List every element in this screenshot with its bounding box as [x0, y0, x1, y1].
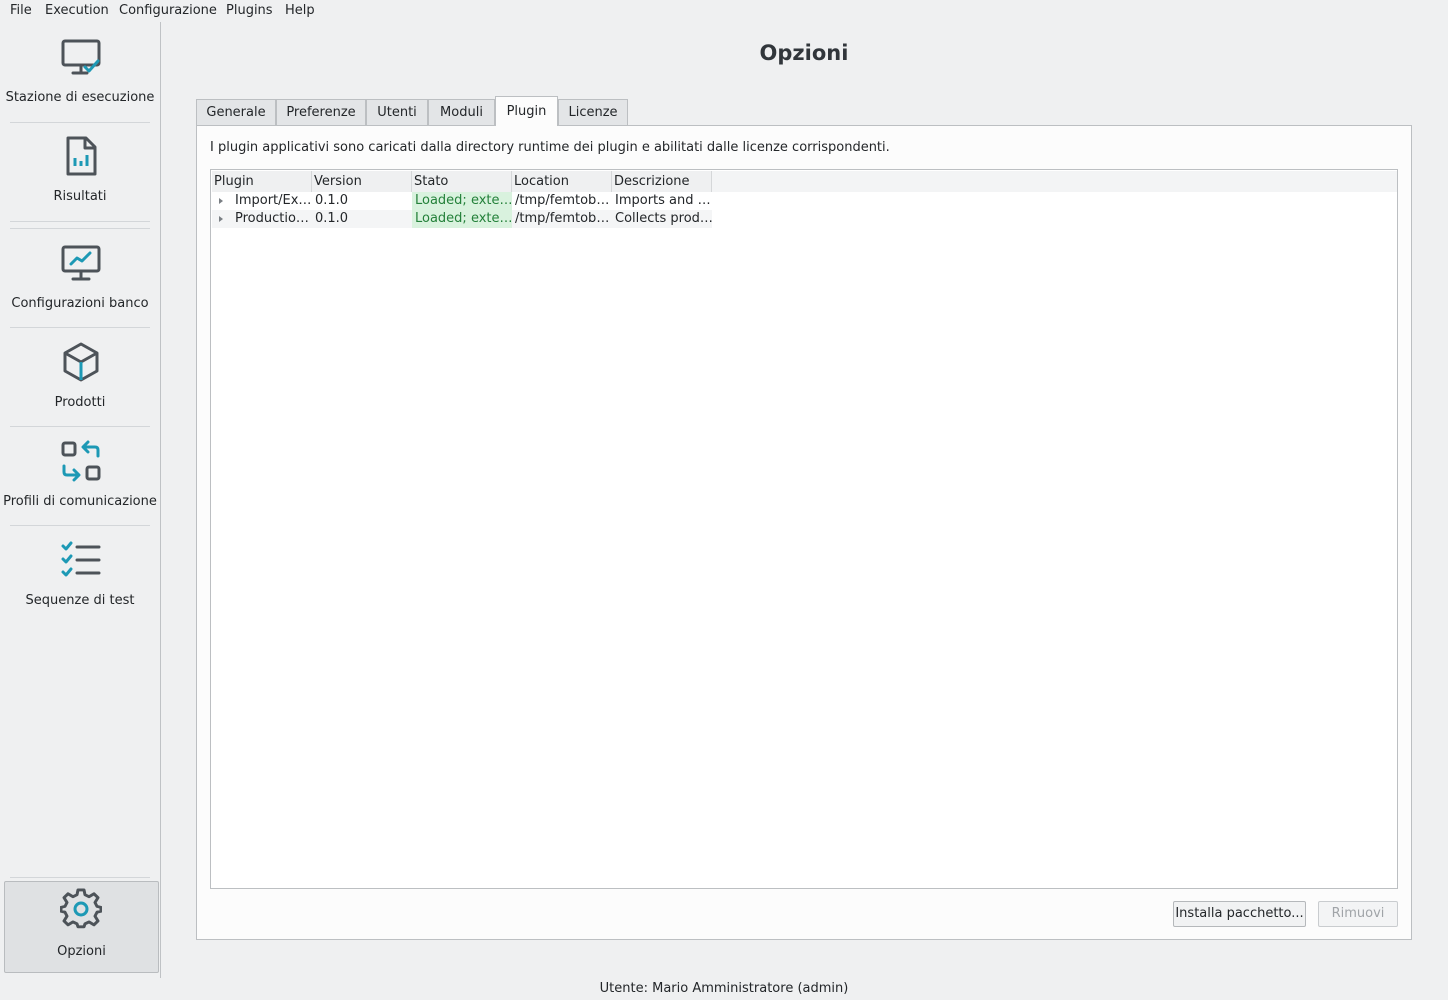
- column-header-descrizione[interactable]: Descrizione: [612, 171, 712, 192]
- column-header-location[interactable]: Location: [512, 171, 612, 192]
- table-row[interactable]: Import/Ex… 0.1.0 Loaded; exte… /tmp/femt…: [212, 192, 712, 210]
- tab-moduli[interactable]: Moduli: [428, 99, 495, 125]
- tab-generale[interactable]: Generale: [196, 99, 276, 125]
- divider: [10, 327, 150, 328]
- table-row[interactable]: Productio… 0.1.0 Loaded; exte… /tmp/femt…: [212, 210, 712, 228]
- cell-location: /tmp/femtob…: [515, 193, 610, 208]
- plugin-table: Plugin Version Stato Location Descrizion…: [210, 169, 1398, 889]
- tab-plugin[interactable]: Plugin: [495, 96, 558, 126]
- menu-configurazione[interactable]: Configurazione: [119, 3, 217, 18]
- cell-location: /tmp/femtob…: [515, 211, 610, 226]
- sidebar-item-label: Sequenze di test: [25, 593, 135, 608]
- column-header-version[interactable]: Version: [312, 171, 412, 192]
- sidebar-item-label: Prodotti: [54, 395, 106, 410]
- divider: [10, 122, 150, 123]
- column-header-stato[interactable]: Stato: [412, 171, 512, 192]
- menu-file[interactable]: File: [10, 3, 32, 18]
- monitor-check-icon: [61, 39, 101, 75]
- sidebar-item-label: Opzioni: [57, 944, 106, 959]
- expand-arrow-icon[interactable]: [219, 216, 223, 222]
- menu-execution[interactable]: Execution: [45, 3, 109, 18]
- sidebar-item-configurazioni-banco[interactable]: Configurazioni banco: [0, 232, 160, 328]
- menu-help[interactable]: Help: [285, 3, 315, 18]
- cell-plugin: Productio…: [235, 211, 309, 226]
- page-title: Opzioni: [759, 41, 849, 65]
- divider: [10, 877, 150, 878]
- sidebar-item-label: Risultati: [53, 189, 107, 204]
- column-header-plugin[interactable]: Plugin: [212, 171, 312, 192]
- checklist-icon: [61, 541, 101, 577]
- plugin-description: I plugin applicativi sono caricati dalla…: [210, 140, 890, 155]
- document-chart-icon: [66, 136, 97, 176]
- sidebar-item-label: Stazione di esecuzione: [5, 90, 155, 105]
- expand-arrow-icon[interactable]: [219, 198, 223, 204]
- sidebar-item-profili[interactable]: Profili di comunicazione: [0, 430, 160, 526]
- sidebar: Stazione di esecuzione Risultati Configu…: [0, 22, 161, 978]
- cell-version: 0.1.0: [315, 193, 349, 208]
- tab-utenti[interactable]: Utenti: [366, 99, 428, 125]
- sidebar-item-sequenze[interactable]: Sequenze di test: [0, 529, 160, 625]
- sidebar-item-stazione[interactable]: Stazione di esecuzione: [0, 26, 160, 122]
- menu-bar: File Execution Configurazione Plugins He…: [0, 0, 1448, 22]
- cell-stato: Loaded; exte…: [412, 192, 512, 210]
- divider: [10, 228, 150, 229]
- menu-plugins[interactable]: Plugins: [226, 3, 273, 18]
- sidebar-item-label: Profili di comunicazione: [3, 494, 157, 509]
- tab-licenze[interactable]: Licenze: [558, 99, 628, 125]
- install-package-button[interactable]: Installa pacchetto...: [1173, 901, 1306, 927]
- divider: [10, 221, 150, 222]
- sidebar-item-opzioni[interactable]: Opzioni: [4, 881, 159, 973]
- cell-version: 0.1.0: [315, 211, 349, 226]
- remove-button[interactable]: Rimuovi: [1318, 901, 1398, 927]
- cell-plugin: Import/Ex…: [235, 193, 312, 208]
- sidebar-item-prodotti[interactable]: Prodotti: [0, 331, 160, 427]
- sidebar-item-label: Configurazioni banco: [11, 296, 149, 311]
- cell-descrizione: Collects prod…: [615, 211, 712, 226]
- monitor-chart-icon: [61, 245, 101, 281]
- header-filler: [711, 171, 1397, 192]
- status-bar-user: Utente: Mario Amministratore (admin): [599, 981, 849, 996]
- sidebar-item-risultati[interactable]: Risultati: [0, 125, 160, 221]
- divider: [10, 525, 150, 526]
- box-icon: [63, 342, 99, 382]
- gear-icon: [60, 888, 102, 929]
- swap-arrows-icon: [61, 440, 101, 482]
- divider: [10, 426, 150, 427]
- tab-preferenze[interactable]: Preferenze: [276, 99, 366, 125]
- cell-stato: Loaded; exte…: [412, 210, 512, 228]
- cell-descrizione: Imports and …: [615, 193, 711, 208]
